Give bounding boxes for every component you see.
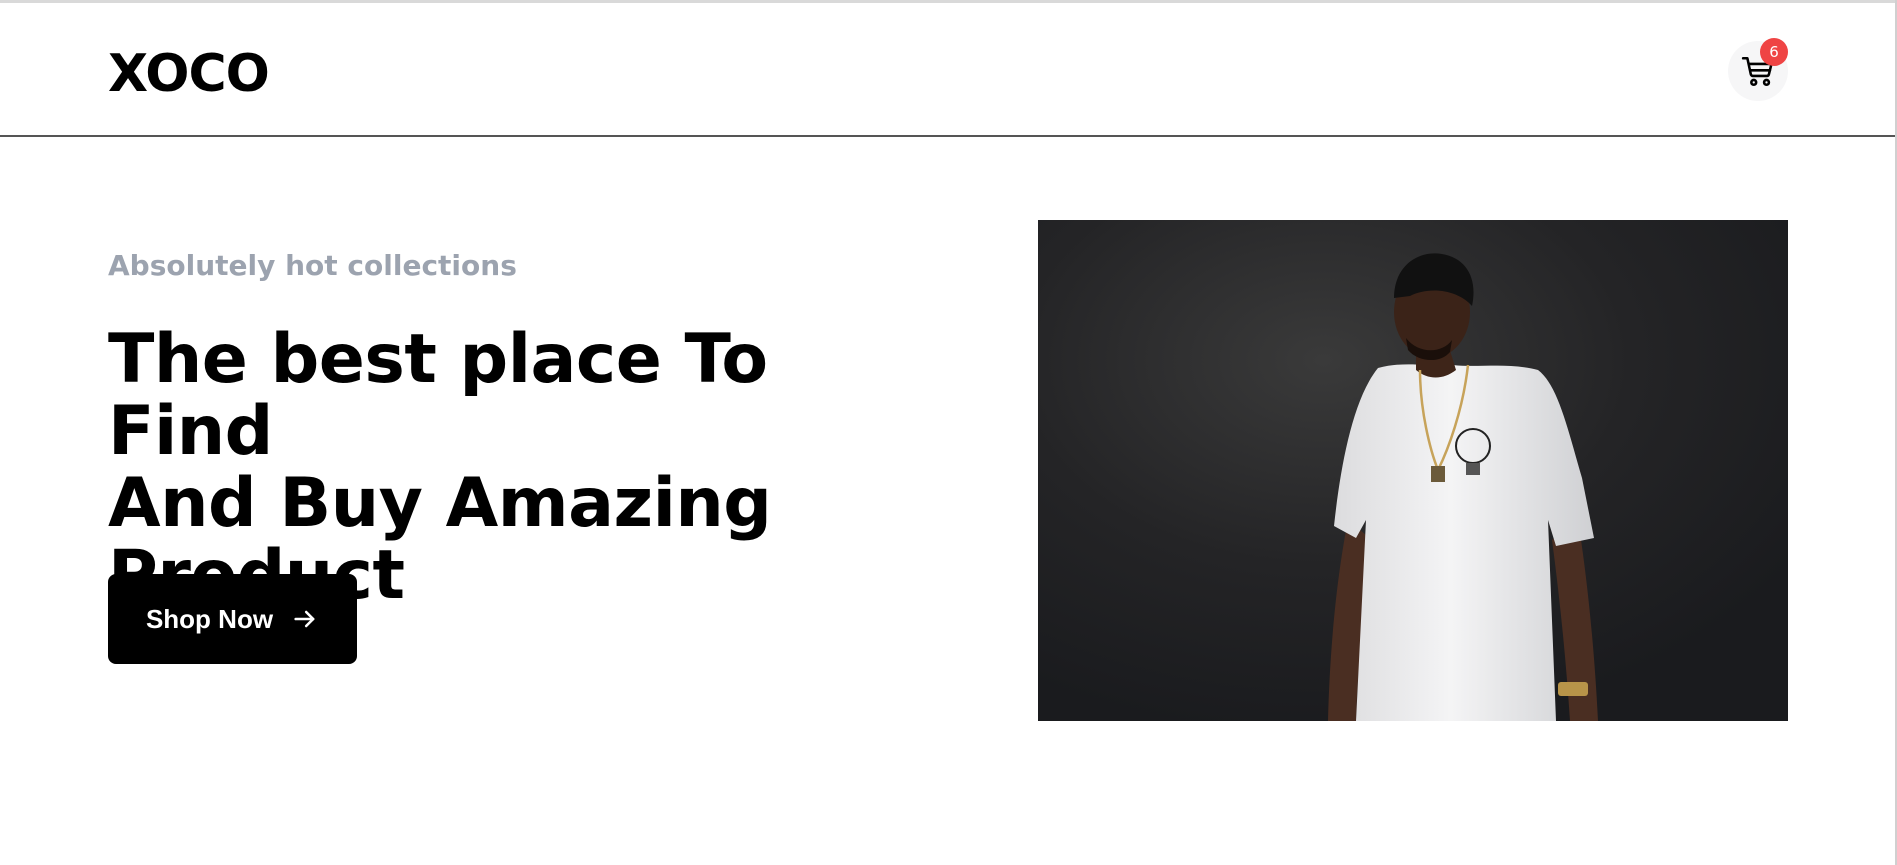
hero-text: Absolutely hot collections The best plac… [108, 240, 928, 612]
headline-line-2: And Buy Amazing [108, 464, 772, 543]
shop-now-button[interactable]: Shop Now [108, 574, 357, 664]
cart-button[interactable]: 6 [1728, 38, 1788, 101]
headline-line-1: The best place To Find [108, 320, 768, 471]
hero-eyebrow: Absolutely hot collections [108, 249, 517, 282]
arrow-right-icon [294, 610, 315, 628]
navbar: XOCO 6 [0, 3, 1895, 137]
logo[interactable]: XOCO [108, 43, 270, 105]
shop-now-label: Shop Now [145, 603, 274, 634]
cart-count-badge: 6 [1760, 38, 1788, 66]
model-photo [1038, 220, 1788, 721]
hero-image [1038, 220, 1788, 721]
hero-headline: The best place To Find And Buy Amazing P… [108, 324, 928, 612]
page: XOCO 6 Absolutely hot collections The be… [0, 0, 1897, 865]
